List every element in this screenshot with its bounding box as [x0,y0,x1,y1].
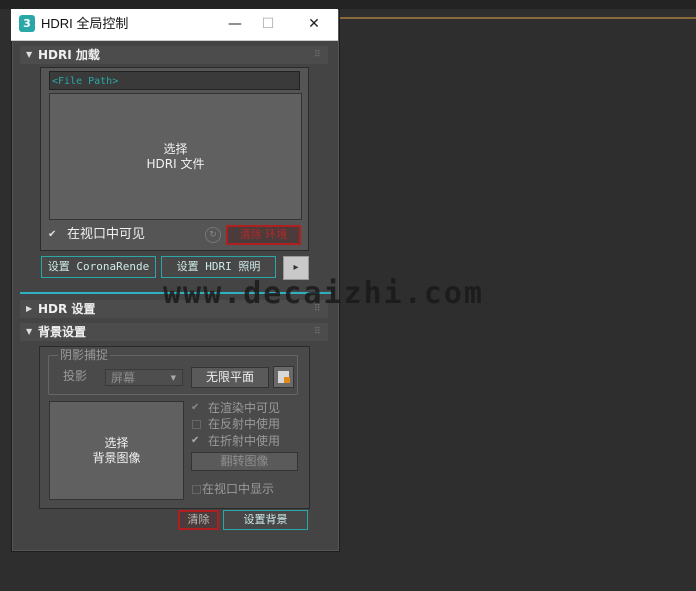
set-hdri-lighting-button[interactable]: 设置 HDRI 照明 [161,256,276,278]
material-editor-icon[interactable] [273,366,294,388]
collapse-triangle-icon[interactable]: ▼ [26,46,32,64]
grip-icon: ⠿ [314,327,321,337]
checkmark-icon[interactable]: ✔ [191,401,199,415]
select-hdri-line2: HDRI 文件 [146,156,205,171]
grip-icon: ⠿ [314,50,321,60]
set-background-button[interactable]: 设置背景 [223,510,308,530]
select-hdri-line1: 选择 [163,141,188,156]
clear-background-button[interactable]: 清除 [178,510,219,530]
use-in-refraction-label[interactable]: 在折射中使用 [208,433,280,449]
expand-triangle-icon[interactable]: ▶ [26,300,32,318]
select-bg-line1: 选择 [104,435,129,450]
chevron-down-icon: ▼ [170,374,176,382]
minimize-button[interactable]: — [221,12,249,36]
show-in-viewport-label[interactable]: 在视口中显示 [202,481,274,497]
window-title: HDRI 全局控制 [41,16,129,31]
checkbox-viewport[interactable] [192,485,201,494]
watermark-text: www.decaizhi.com [163,276,484,311]
collapse-triangle-icon[interactable]: ▼ [26,323,32,341]
visible-in-render-label[interactable]: 在渲染中可见 [208,400,280,416]
close-button[interactable]: ✕ [300,12,328,36]
section-title-hdr-settings: HDR 设置 [38,302,96,316]
projection-label: 投影 [63,369,88,383]
desktop-top-strip [0,0,696,9]
flip-image-button[interactable]: 翻转图像 [191,452,298,471]
refresh-icon[interactable]: ↻ [205,227,221,243]
checkmark-icon[interactable]: ✔ [48,228,56,242]
checkbox-reflect[interactable] [192,420,201,429]
file-path-field[interactable]: <File Path> [49,71,300,90]
use-in-reflection-label[interactable]: 在反射中使用 [208,416,280,432]
select-hdri-file-button[interactable]: 选择 HDRI 文件 [49,93,302,220]
shadow-catcher-legend: 阴影捕捉 [58,347,111,363]
section-title-background: 背景设置 [38,325,87,339]
projection-dropdown[interactable]: 屏幕 ▼ [105,369,183,386]
checkmark-icon[interactable]: ✔ [191,434,199,448]
set-corona-render-button[interactable]: 设置 CoronaRende [41,256,156,278]
viewport-border-line [338,17,696,19]
maximize-button[interactable]: ☐ [254,12,282,36]
visible-in-viewport-label[interactable]: 在视口中可见 [67,227,145,243]
select-background-image-button[interactable]: 选择 背景图像 [49,401,184,500]
app-logo-icon: 3 [19,15,35,32]
select-bg-line2: 背景图像 [92,450,141,465]
projection-value: 屏幕 [111,371,136,385]
infinite-plane-button[interactable]: 无限平面 [191,367,269,388]
section-title-hdri-load: HDRI 加载 [38,48,100,62]
clear-environment-button[interactable]: 清除 环境 [226,225,301,245]
